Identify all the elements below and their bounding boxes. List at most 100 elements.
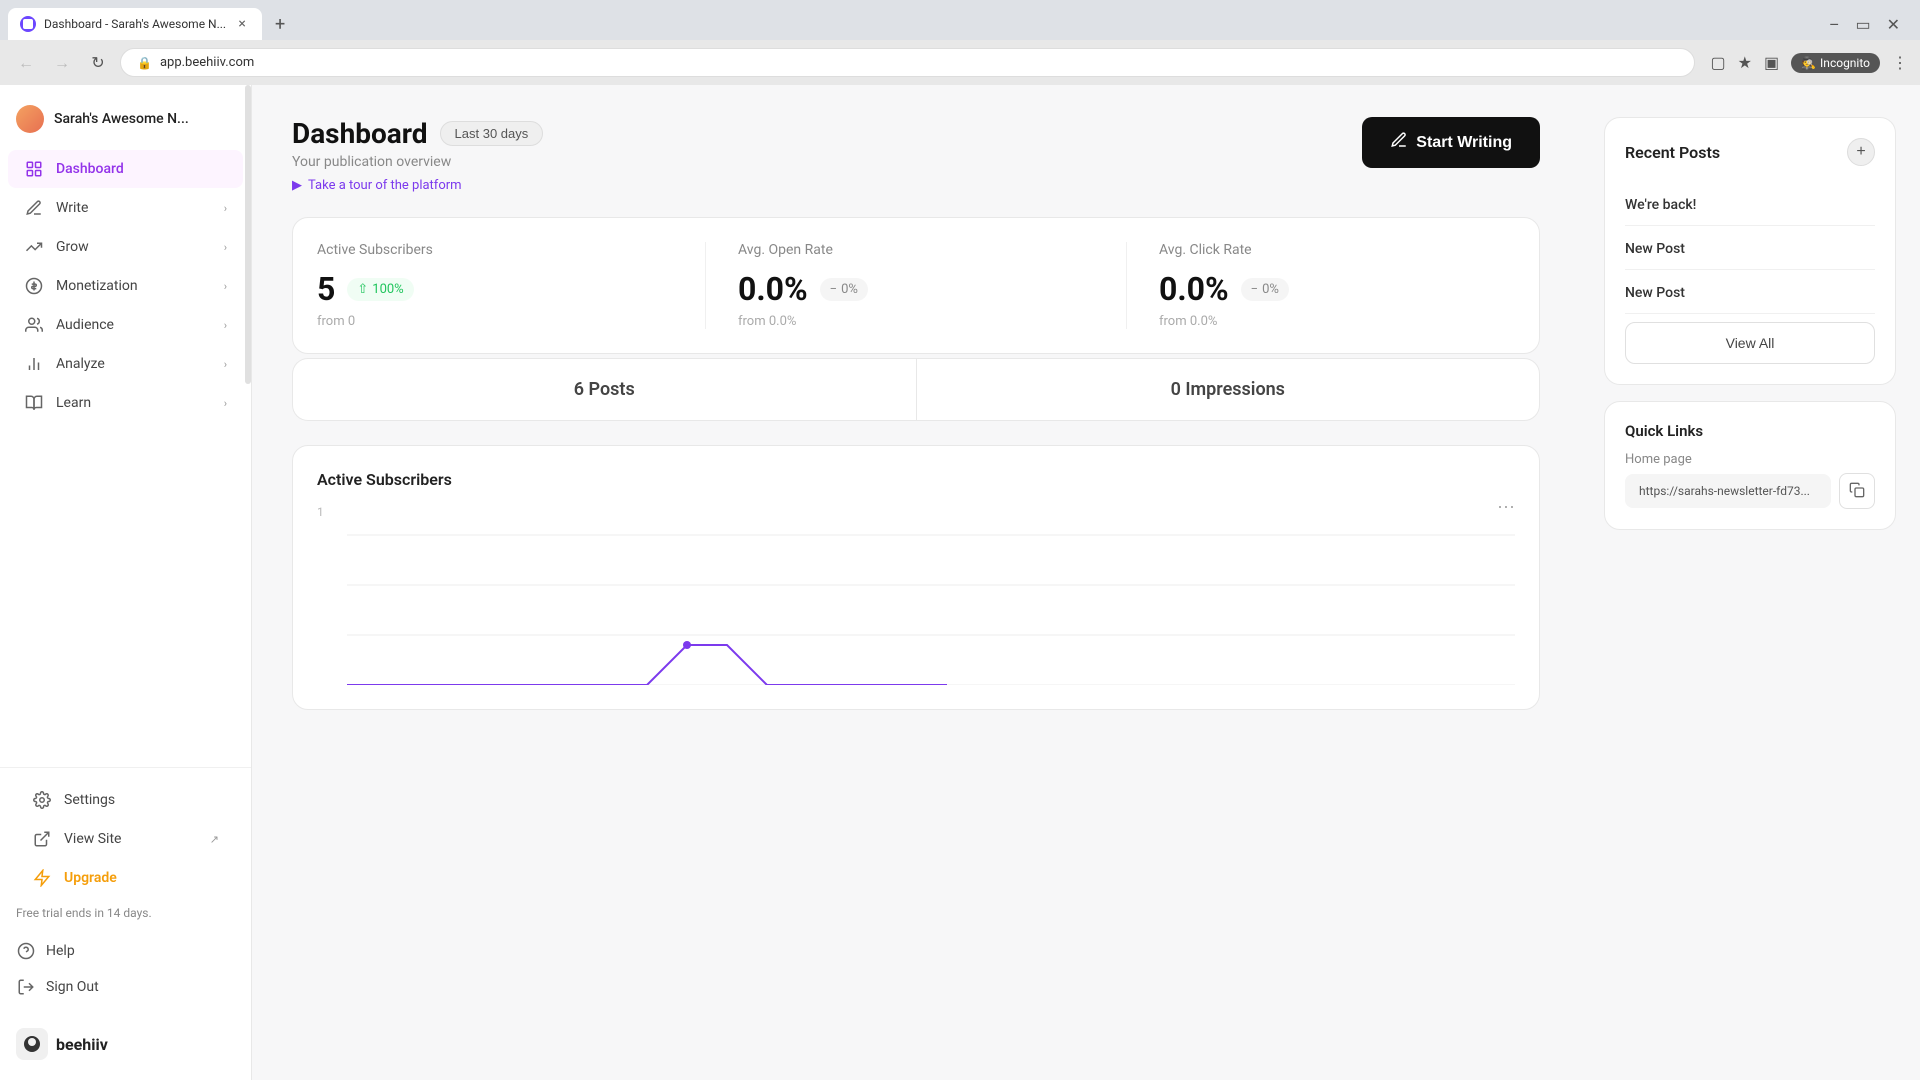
help-icon (16, 941, 36, 961)
sign-out-icon (16, 977, 36, 997)
sidebar-item-sign-out[interactable]: Sign Out (16, 970, 235, 1004)
sidebar-item-label: Audience (56, 317, 212, 333)
post-item[interactable]: New Post (1625, 226, 1875, 270)
posts-impressions-row: 6 Posts 0 Impressions (292, 358, 1540, 421)
settings-icon (32, 790, 52, 810)
avg-open-rate-stat: Avg. Open Rate 0.0% − 0% from 0.0% (706, 242, 1127, 329)
sidebar-item-dashboard[interactable]: Dashboard (8, 150, 243, 188)
pencil-icon (1390, 131, 1408, 154)
beehiiv-logo-icon (16, 1028, 48, 1060)
tab-favicon (20, 16, 36, 32)
avg-open-rate-from: from 0.0% (738, 314, 1094, 329)
sidebar-item-learn[interactable]: Learn › (8, 384, 243, 422)
refresh-button[interactable]: ↻ (84, 49, 112, 77)
stats-card-main: Active Subscribers 5 ⇧ 100% from 0 Avg. … (292, 217, 1540, 354)
avg-click-rate-label: Avg. Click Rate (1159, 242, 1515, 258)
avg-open-rate-value: 0.0% (738, 270, 808, 308)
back-button[interactable]: ← (12, 49, 40, 77)
url-text: app.beehiiv.com (160, 55, 254, 70)
audience-icon (24, 315, 44, 335)
quick-links-title: Quick Links (1625, 422, 1875, 440)
sidebar-item-label: Write (56, 200, 212, 216)
extension-icon[interactable]: ▣ (1764, 53, 1779, 72)
active-tab[interactable]: Dashboard - Sarah's Awesome N... × (8, 8, 262, 40)
post-item[interactable]: New Post (1625, 270, 1875, 314)
bookmark-icon[interactable]: ★ (1738, 53, 1752, 72)
minimize-button[interactable]: – (1825, 11, 1844, 38)
sidebar-item-label: Analyze (56, 356, 212, 372)
page-title: Dashboard (292, 117, 428, 150)
start-writing-button[interactable]: Start Writing (1362, 117, 1540, 168)
publication-header: Sarah's Awesome N... (0, 97, 251, 149)
sidebar-item-audience[interactable]: Audience › (8, 306, 243, 344)
upgrade-icon (32, 868, 52, 888)
trial-text: Free trial ends in 14 days. (16, 905, 235, 922)
active-subscribers-label: Active Subscribers (317, 242, 673, 258)
browser-menu-icon[interactable]: ⋮ (1892, 53, 1908, 72)
time-filter-button[interactable]: Last 30 days (440, 121, 544, 146)
tab-bar: Dashboard - Sarah's Awesome N... × + – ▭… (0, 0, 1920, 40)
forward-button[interactable]: → (48, 49, 76, 77)
sidebar-item-label: Upgrade (64, 870, 219, 886)
copy-icon (1849, 482, 1865, 501)
badge-value: 100% (372, 282, 403, 297)
browser-chrome: Dashboard - Sarah's Awesome N... × + – ▭… (0, 0, 1920, 85)
dash-icon: − (1251, 282, 1258, 297)
chart-title: Active Subscribers (317, 470, 1515, 489)
sidebar-navigation: Dashboard Write › Grow (0, 149, 251, 759)
chart-section: Active Subscribers 1 ⋯ (292, 445, 1540, 710)
tab-title: Dashboard - Sarah's Awesome N... (44, 17, 226, 31)
chevron-icon: › (224, 397, 227, 410)
avg-open-rate-badge: − 0% (820, 278, 868, 301)
posts-count: 6 Posts (574, 379, 635, 400)
restore-button[interactable]: ▭ (1851, 11, 1874, 38)
new-tab-button[interactable]: + (266, 10, 294, 38)
arrow-up-icon: ⇧ (357, 282, 368, 297)
sidebar-item-grow[interactable]: Grow › (8, 228, 243, 266)
write-icon (24, 198, 44, 218)
recent-posts-card: Recent Posts + We're back! New Post New … (1604, 117, 1896, 385)
badge-value: 0% (1262, 282, 1279, 297)
view-all-posts-button[interactable]: View All (1625, 322, 1875, 364)
sidebar-item-settings[interactable]: Settings (16, 781, 235, 819)
sidebar-item-help[interactable]: Help (16, 934, 235, 968)
main-content: Dashboard Last 30 days Your publication … (252, 85, 1580, 1080)
chart-svg (347, 505, 1515, 685)
sidebar-scrollbar[interactable] (245, 85, 251, 384)
sidebar-item-view-site[interactable]: View Site ↗ (16, 820, 235, 858)
url-bar[interactable]: 🔒 app.beehiiv.com (120, 48, 1695, 77)
tab-close-button[interactable]: × (234, 16, 250, 32)
avg-click-rate-value: 0.0% (1159, 270, 1229, 308)
post-item[interactable]: We're back! (1625, 182, 1875, 226)
sidebar-item-monetization[interactable]: Monetization › (8, 267, 243, 305)
avg-open-rate-value-row: 0.0% − 0% (738, 270, 1094, 308)
add-post-button[interactable]: + (1847, 138, 1875, 166)
avg-click-rate-from: from 0.0% (1159, 314, 1515, 329)
sidebar-item-label: Settings (64, 792, 219, 808)
recent-posts-header: Recent Posts + (1625, 138, 1875, 166)
home-page-url: https://sarahs-newsletter-fd73... (1625, 474, 1831, 508)
close-window-button[interactable]: ✕ (1883, 11, 1904, 38)
badge-value: 0% (841, 282, 858, 297)
lock-icon: 🔒 (137, 56, 152, 70)
sidebar-item-upgrade[interactable]: Upgrade (16, 859, 235, 897)
sidebar-item-write[interactable]: Write › (8, 189, 243, 227)
copy-url-button[interactable] (1839, 473, 1875, 509)
active-subscribers-value: 5 (317, 270, 335, 308)
tour-link-text: Take a tour of the platform (308, 178, 462, 193)
dash-icon: − (830, 282, 837, 297)
monetization-icon (24, 276, 44, 296)
avg-click-rate-stat: Avg. Click Rate 0.0% − 0% from 0.0% (1127, 242, 1515, 329)
page-title-row: Dashboard Last 30 days (292, 117, 543, 150)
screen-record-icon[interactable]: ▢ (1711, 53, 1726, 72)
learn-icon (24, 393, 44, 413)
tour-link[interactable]: ▶ Take a tour of the platform (292, 178, 543, 193)
avg-click-rate-badge: − 0% (1241, 278, 1289, 301)
chart-y-label: 1 (317, 505, 324, 519)
sidebar-item-analyze[interactable]: Analyze › (8, 345, 243, 383)
start-writing-label: Start Writing (1416, 134, 1512, 152)
tour-icon: ▶ (292, 178, 302, 193)
active-subscribers-from: from 0 (317, 314, 673, 329)
dashboard-icon (24, 159, 44, 179)
help-label: Help (46, 943, 75, 959)
